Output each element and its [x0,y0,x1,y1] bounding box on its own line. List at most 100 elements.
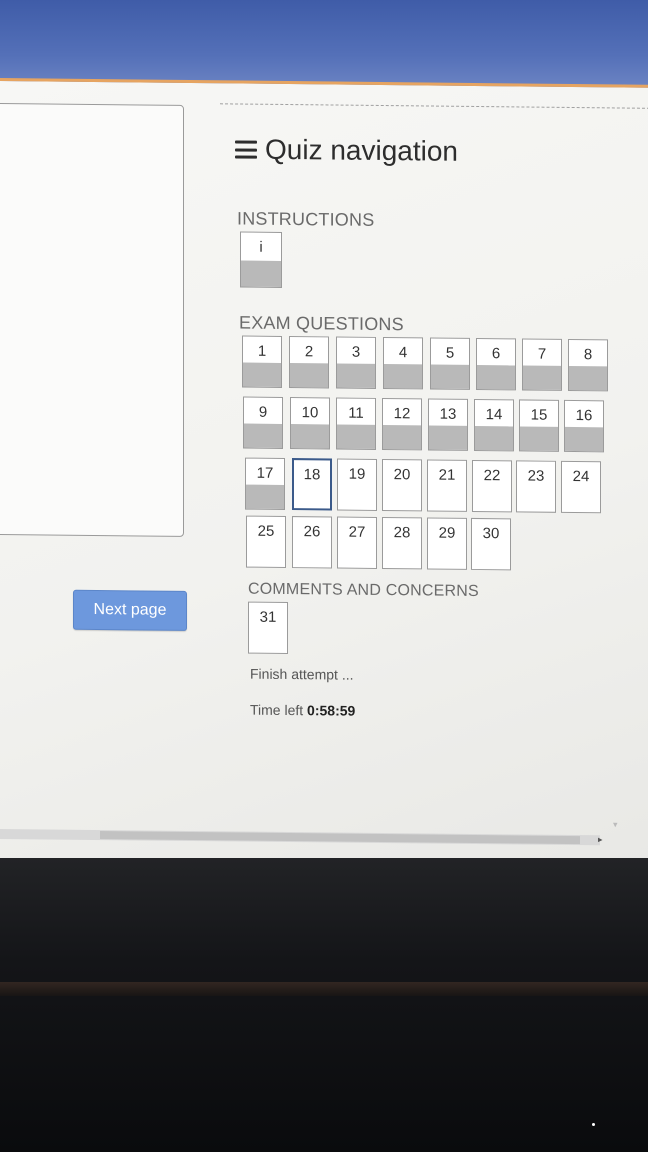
question-button[interactable]: 2 [289,336,329,389]
answered-fill [246,484,284,509]
question-number: 3 [351,343,361,361]
finish-attempt-link[interactable]: Finish attempt ... [250,666,353,683]
next-page-button[interactable]: Next page [73,589,187,631]
question-button[interactable]: 6 [476,337,516,391]
answered-fill [431,364,469,389]
time-left-label: Time left [250,701,304,719]
answered-fill [291,424,329,449]
question-button[interactable]: 3 [336,336,376,389]
answered-fill [290,363,328,388]
question-button[interactable]: 24 [561,460,601,514]
answered-fill [244,423,282,448]
question-number: 29 [438,524,456,542]
question-button[interactable]: 12 [382,398,422,451]
quiz-navigation-title: Quiz navigation [265,133,459,167]
question-number: 13 [439,405,457,423]
question-button[interactable]: 17 [245,457,285,510]
exam-questions-label: EXAM QUESTIONS [239,312,404,335]
instructions-button[interactable]: i [240,231,282,288]
answered-fill [337,363,375,388]
question-number: 26 [303,523,321,541]
answered-fill [337,424,375,449]
question-number: 4 [398,344,408,362]
comments-item-label: 31 [259,608,277,626]
question-button[interactable]: 29 [427,517,467,570]
question-number: 10 [301,404,319,422]
answered-fill [569,365,607,391]
question-button[interactable]: 18 [292,458,332,511]
question-number: 27 [348,523,366,541]
question-button[interactable]: 22 [472,459,512,513]
question-number: 25 [257,522,275,540]
question-number: 28 [393,524,411,542]
power-led-icon [592,1123,595,1126]
scroll-right-arrow-icon[interactable]: ▸ [598,834,603,845]
question-number: 1 [257,342,267,360]
comments-label: COMMENTS AND CONCERNS [248,580,479,601]
answered-fill [477,364,515,390]
horizontal-scrollbar[interactable] [0,829,600,846]
question-number: 6 [491,345,501,363]
question-button[interactable]: 8 [568,338,608,392]
question-button[interactable]: 5 [430,337,470,390]
question-button[interactable]: 23 [516,460,556,513]
question-number: 16 [575,407,593,425]
quiz-navigation-heading: Quiz navigation [235,133,458,167]
question-number: 12 [393,405,411,423]
monitor-bottom-bezel [0,858,648,1152]
question-button[interactable]: 19 [337,458,377,511]
question-button[interactable]: 15 [519,399,559,452]
scrollbar-thumb[interactable] [100,831,580,845]
time-left: Time left 0:58:59 [250,702,355,719]
question-button[interactable]: 13 [428,398,468,451]
question-number: 18 [303,466,321,484]
question-number: 5 [445,344,455,362]
answered-fill [475,425,513,451]
question-button[interactable]: 10 [290,397,330,450]
question-button[interactable]: 27 [337,516,377,569]
question-button[interactable]: 25 [246,515,286,568]
question-number: 21 [438,466,456,484]
question-number: 2 [304,343,314,361]
question-button[interactable]: 14 [474,398,514,452]
question-number: 14 [485,406,503,424]
question-number: 20 [393,466,411,484]
question-number: 17 [256,464,274,482]
question-number: 24 [572,467,590,486]
quiz-screen: Quiz navigation INSTRUCTIONS i EXAM QUES… [0,78,648,880]
answered-fill [241,260,281,287]
divider [220,103,648,109]
question-panel [0,102,184,537]
question-button[interactable]: 4 [383,337,423,390]
answered-fill [384,364,422,389]
question-button[interactable]: 7 [522,338,562,391]
answered-fill [565,426,603,452]
answered-fill [243,362,281,387]
desk-edge [0,982,648,996]
menu-icon[interactable] [235,140,257,159]
question-button[interactable]: 20 [382,459,422,512]
question-number: 11 [348,404,364,422]
question-number: 9 [258,403,268,421]
question-button[interactable]: 28 [382,517,422,570]
time-left-value: 0:58:59 [307,702,356,719]
answered-fill [523,365,561,390]
question-button[interactable]: 11 [336,397,376,450]
question-button[interactable]: 1 [242,335,282,388]
instructions-item-label: i [259,238,263,256]
answered-fill [520,426,558,451]
answered-fill [429,425,467,450]
question-button[interactable]: 30 [471,517,511,571]
comments-button[interactable]: 31 [248,601,288,655]
question-button[interactable]: 16 [564,399,604,453]
question-button[interactable]: 21 [427,459,467,512]
question-number: 7 [537,345,547,363]
question-number: 23 [527,467,545,485]
question-button[interactable]: 26 [292,516,332,569]
question-number: 30 [482,525,500,543]
question-number: 15 [530,406,548,424]
question-number: 22 [483,467,501,485]
instructions-label: INSTRUCTIONS [237,208,375,230]
scroll-down-arrow-icon[interactable]: ▾ [613,819,618,830]
question-button[interactable]: 9 [243,396,283,449]
